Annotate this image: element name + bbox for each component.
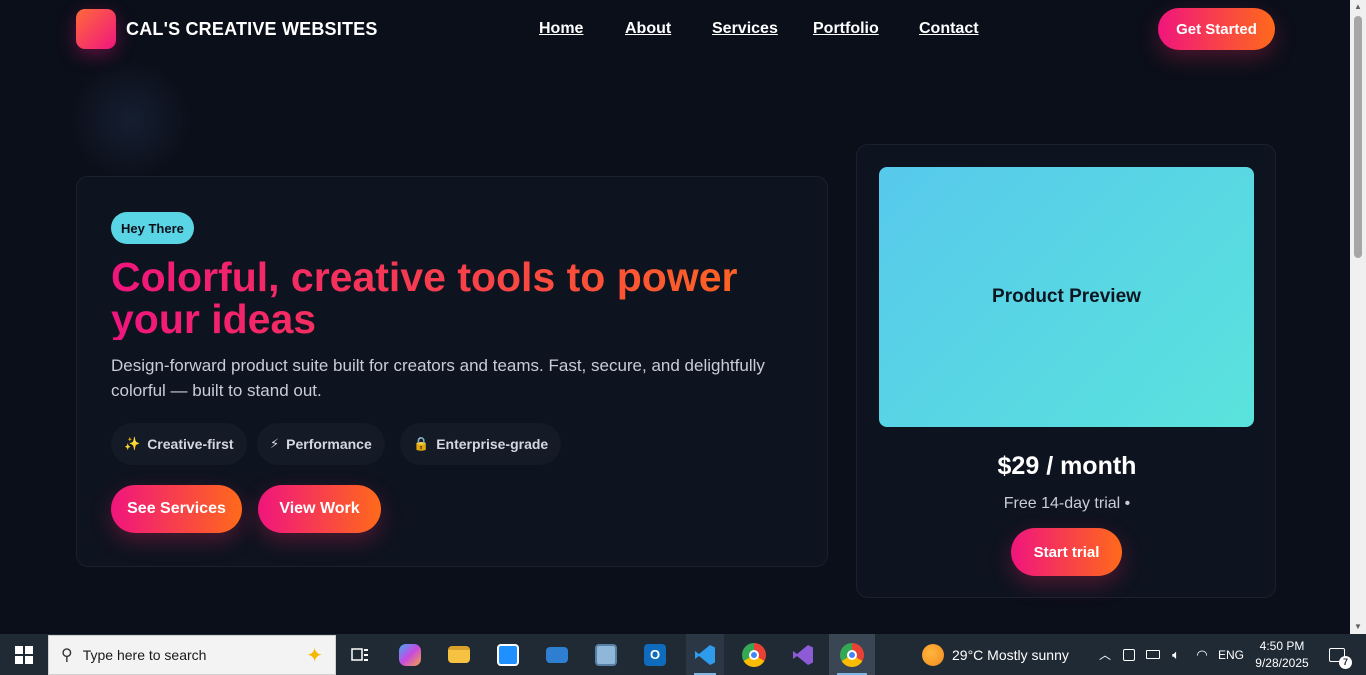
file-explorer-icon[interactable]	[441, 634, 477, 675]
chrome-icon[interactable]	[735, 634, 773, 675]
brand-name[interactable]: CAL'S CREATIVE WEBSITES	[126, 19, 378, 40]
search-placeholder: Type here to search	[82, 647, 207, 663]
wifi-icon[interactable]: ◠	[1192, 634, 1212, 675]
page: CAL'S CREATIVE WEBSITES Home About Servi…	[0, 0, 1350, 634]
vertical-scrollbar[interactable]: ▲ ▼	[1350, 0, 1366, 634]
view-work-button[interactable]: View Work	[258, 485, 381, 533]
notifications-icon[interactable]: 7	[1320, 634, 1354, 675]
notifications-count: 7	[1339, 655, 1352, 669]
volume-icon[interactable]: 🔈︎	[1166, 634, 1186, 675]
meet-icon[interactable]	[1119, 634, 1139, 675]
trial-label: Free 14-day trial •	[1003, 495, 1131, 512]
clock[interactable]: 4:50 PM 9/28/2025	[1252, 634, 1312, 675]
feature-chip-creative: ✨ Creative-first	[111, 423, 247, 465]
date-text: 9/28/2025	[1255, 655, 1309, 670]
taskbar: ⚲ Type here to search ✦ O 29°C Mostly su…	[0, 634, 1366, 675]
weather-text: 29°C Mostly sunny	[952, 646, 1069, 663]
hero-card: Hey There Colorful, creative tools to po…	[76, 176, 828, 567]
feature-label: Enterprise-grade	[436, 436, 549, 452]
hero-badge: Hey There	[111, 212, 194, 244]
visual-studio-icon[interactable]	[784, 634, 822, 675]
price-label: $29 / month	[997, 452, 1137, 480]
lightning-icon: ⚡	[270, 436, 280, 451]
start-trial-button[interactable]: Start trial	[1011, 528, 1122, 576]
feature-label: Creative-first	[147, 436, 234, 452]
hero-headline: Colorful, creative tools to power your i…	[111, 256, 801, 340]
scroll-up-icon[interactable]: ▲	[1350, 0, 1366, 14]
scrollbar-thumb[interactable]	[1354, 16, 1362, 258]
weather-icon	[922, 643, 944, 666]
chevron-up-icon[interactable]: ︿	[1094, 634, 1116, 675]
product-preview: Product Preview	[879, 167, 1254, 427]
get-started-button[interactable]: Get Started	[1158, 8, 1275, 50]
store-icon[interactable]	[490, 634, 526, 675]
nav-about[interactable]: About	[625, 20, 671, 38]
hero-subtext: Design-forward product suite built for c…	[111, 356, 765, 400]
chrome-profile-icon[interactable]	[829, 634, 875, 675]
logo-icon[interactable]	[76, 9, 116, 49]
search-icon: ⚲	[61, 647, 73, 664]
product-card: Product Preview $29 / month Free 14-day …	[856, 144, 1276, 598]
vscode-icon[interactable]	[686, 634, 724, 675]
preview-label: Product Preview	[992, 286, 1141, 307]
sparkle-icon: ✦	[306, 644, 323, 667]
taskbar-search[interactable]: ⚲ Type here to search ✦	[48, 635, 336, 675]
battery-icon[interactable]	[1142, 634, 1164, 675]
scroll-down-icon[interactable]: ▼	[1350, 620, 1366, 634]
mail-icon[interactable]	[539, 634, 575, 675]
see-services-button[interactable]: See Services	[111, 485, 242, 533]
outlook-icon[interactable]: O	[637, 634, 673, 675]
start-button[interactable]	[0, 634, 48, 675]
feature-chip-enterprise: 🔒 Enterprise-grade	[400, 423, 562, 465]
task-view-icon[interactable]	[342, 634, 378, 675]
feature-chip-performance: ⚡ Performance	[257, 423, 385, 465]
language-indicator[interactable]: ENG	[1216, 634, 1246, 675]
nav-portfolio[interactable]: Portfolio	[813, 20, 879, 38]
control-panel-icon[interactable]	[588, 634, 624, 675]
weather-widget[interactable]: 29°C Mostly sunny	[922, 634, 1082, 675]
sparkles-icon: ✨	[124, 436, 141, 451]
nav-contact[interactable]: Contact	[919, 20, 979, 38]
copilot-icon[interactable]	[392, 634, 428, 675]
nav-home[interactable]: Home	[539, 20, 583, 38]
feature-label: Performance	[286, 436, 372, 452]
nav-services[interactable]: Services	[712, 20, 778, 38]
time-text: 4:50 PM	[1259, 638, 1305, 653]
lock-icon: 🔒	[413, 436, 430, 451]
windows-icon	[15, 645, 33, 664]
